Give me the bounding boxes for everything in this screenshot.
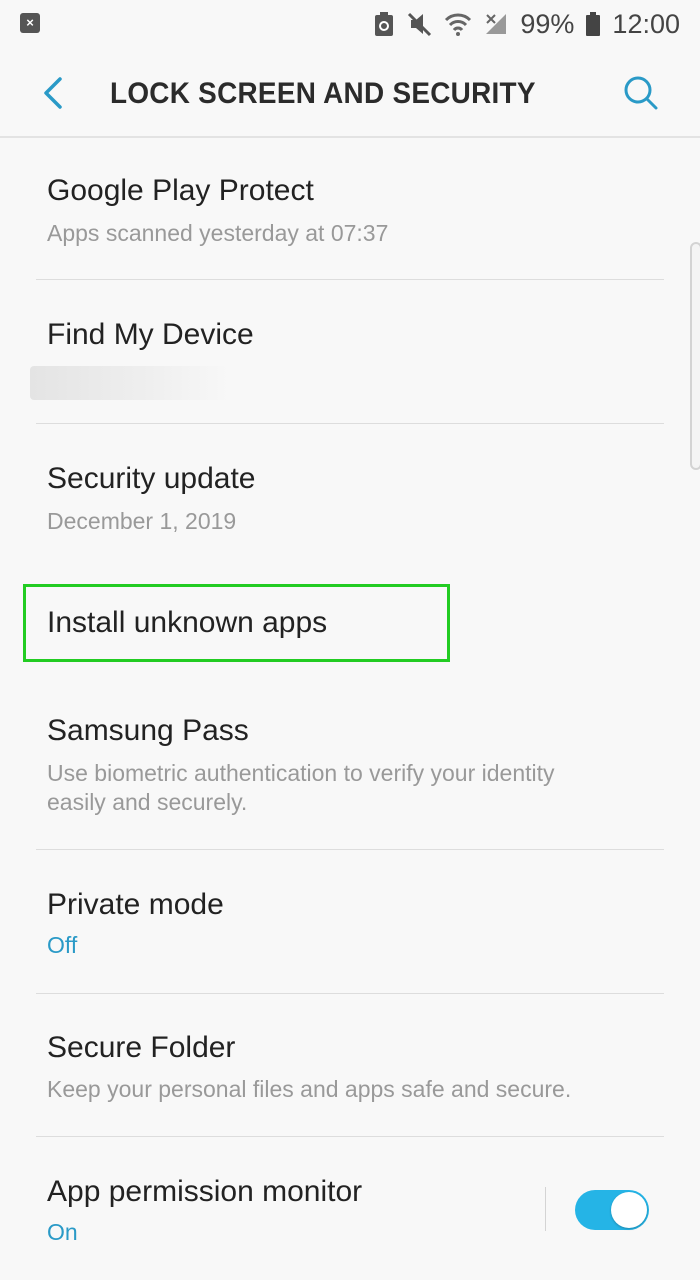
setting-samsung-pass[interactable]: Samsung Pass Use biometric authenticatio… [0,700,700,848]
setting-status: On [47,1219,78,1245]
signal-icon [486,14,507,34]
setting-private-mode[interactable]: Private mode Off [0,850,700,993]
status-bar: × 99% 12:00 [0,0,700,48]
sync-icon [375,12,394,36]
battery-percent: 99% [520,8,575,39]
setting-subtitle-line2: easily and securely. [47,789,248,815]
setting-title: Google Play Protect [47,174,314,207]
setting-title: Secure Folder [47,1031,236,1064]
clock: 12:00 [612,8,680,39]
back-button[interactable] [30,70,76,116]
search-icon [624,76,658,110]
setting-subtitle-line1: Use biometric authentication to verify y… [47,760,555,786]
page-title: LOCK SCREEN AND SECURITY [110,77,536,110]
setting-title: App permission monitor [47,1175,363,1208]
setting-title: Find My Device [47,318,254,351]
highlight-box [23,584,450,662]
app-bar: LOCK SCREEN AND SECURITY [0,48,700,138]
setting-google-play-protect[interactable]: Google Play Protect Apps scanned yesterd… [0,140,700,280]
redacted-subtitle [30,366,230,400]
notification-icon: × [20,13,40,33]
app-permission-monitor-toggle[interactable] [575,1190,649,1230]
mute-icon [408,12,432,37]
wifi-icon [445,13,472,36]
setting-secure-folder[interactable]: Secure Folder Keep your personal files a… [0,994,700,1136]
search-button[interactable] [618,70,664,116]
battery-icon [586,12,601,36]
status-icons: 99% 12:00 [374,8,680,40]
divider [545,1187,546,1231]
setting-status: Off [47,932,78,958]
setting-security-update[interactable]: Security update December 1, 2019 [0,424,700,564]
toggle-knob [611,1192,647,1228]
setting-subtitle: December 1, 2019 [47,508,237,534]
setting-subtitle: Apps scanned yesterday at 07:37 [47,220,389,246]
chevron-left-icon [44,77,62,109]
setting-title: Samsung Pass [47,714,249,747]
setting-title: Security update [47,462,256,495]
setting-find-my-device[interactable]: Find My Device [0,280,700,423]
setting-subtitle: Keep your personal files and apps safe a… [47,1076,572,1102]
setting-title: Private mode [47,888,224,921]
